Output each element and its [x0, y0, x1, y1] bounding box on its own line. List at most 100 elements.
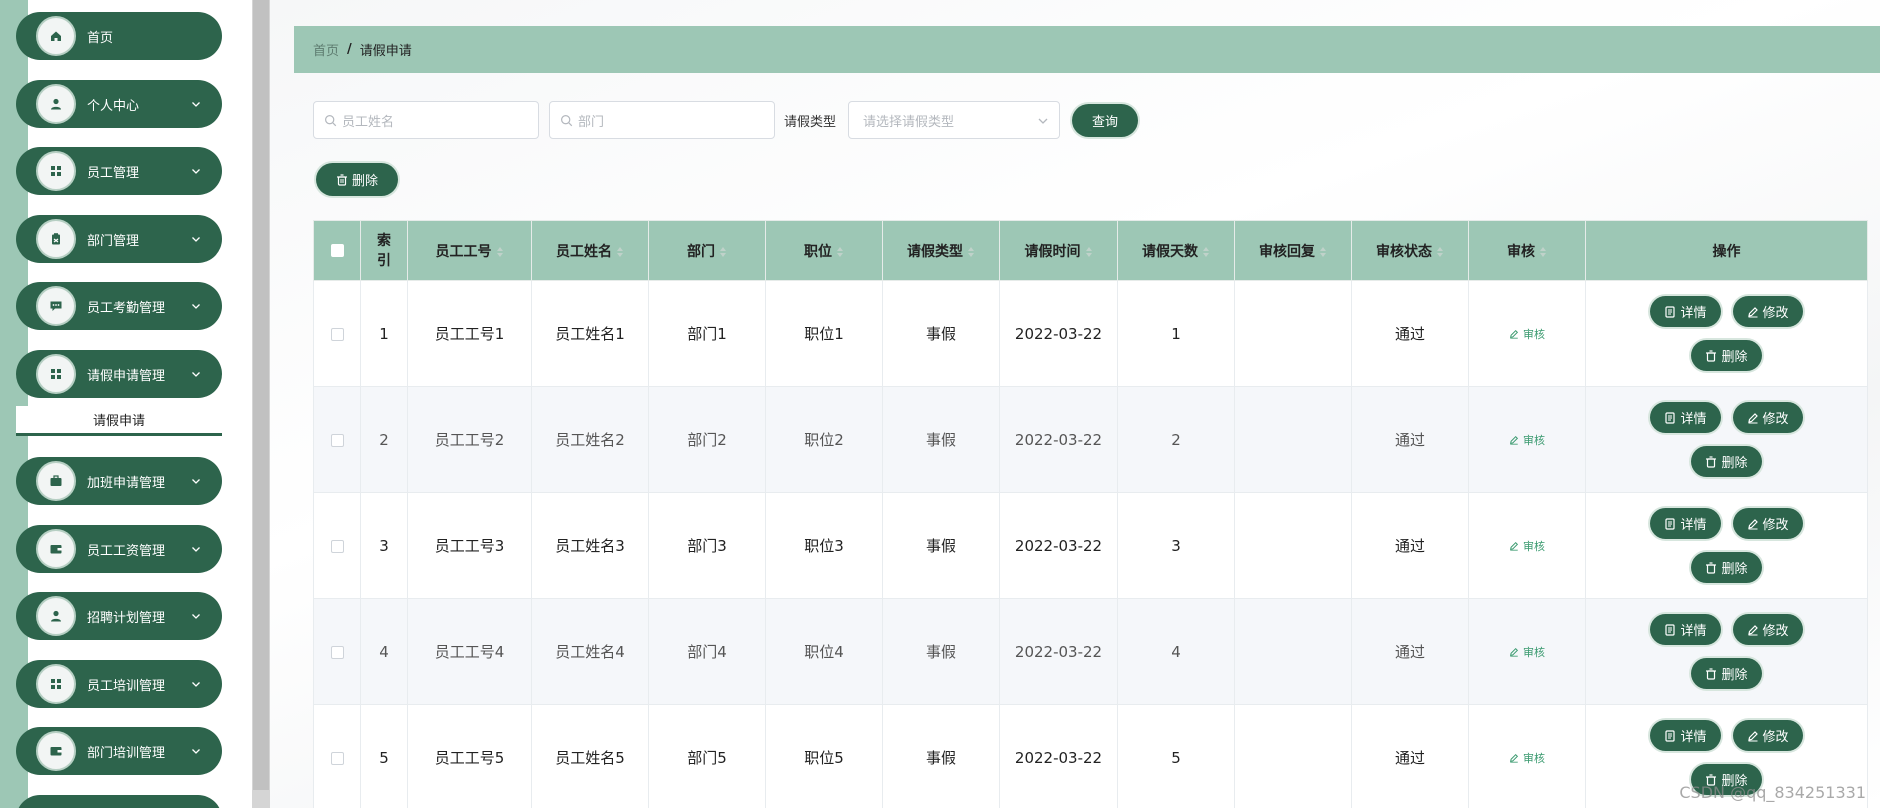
- sort-icon[interactable]: [1539, 246, 1547, 258]
- sort-icon[interactable]: [719, 246, 727, 258]
- audit-link[interactable]: 审核: [1509, 538, 1545, 554]
- sidebar-item-partial[interactable]: [16, 795, 222, 808]
- column-header[interactable]: 请假时间: [999, 220, 1118, 281]
- cell-reply: [1234, 704, 1352, 808]
- sidebar-item-7[interactable]: 员工工资管理: [16, 525, 222, 573]
- cell-index: 1: [360, 280, 408, 387]
- row-delete-button[interactable]: 删除: [1691, 446, 1762, 477]
- row-delete-label: 删除: [1721, 668, 1748, 683]
- sidebar-item-10[interactable]: 部门培训管理: [16, 727, 222, 775]
- sort-icon[interactable]: [616, 246, 624, 258]
- submenu-item-leave-request[interactable]: 请假申请: [16, 406, 222, 436]
- sort-icon[interactable]: [836, 246, 844, 258]
- detail-label: 详情: [1680, 412, 1707, 427]
- column-header[interactable]: 审核回复: [1234, 220, 1352, 281]
- select-all-checkbox[interactable]: [330, 244, 344, 257]
- column-header[interactable]: 员工姓名: [531, 220, 649, 281]
- column-header[interactable]: 审核状态: [1351, 220, 1469, 281]
- audit-link[interactable]: 审核: [1509, 432, 1545, 448]
- sidebar-item-8[interactable]: 招聘计划管理: [16, 592, 222, 640]
- detail-button[interactable]: 详情: [1650, 720, 1721, 751]
- audit-link[interactable]: 审核: [1509, 326, 1545, 342]
- department-search-input[interactable]: 部门: [549, 101, 775, 139]
- sidebar-item-2[interactable]: 员工管理: [16, 147, 222, 195]
- column-header[interactable]: 请假类型: [882, 220, 1000, 281]
- sort-icon[interactable]: [1319, 246, 1327, 258]
- detail-button[interactable]: 详情: [1650, 296, 1721, 327]
- sidebar-item-5[interactable]: 请假申请管理: [16, 350, 222, 398]
- column-header-label: 职位: [804, 243, 832, 260]
- breadcrumb-home[interactable]: 首页: [313, 40, 339, 59]
- sidebar-item-9[interactable]: 员工培训管理: [16, 660, 222, 708]
- sidebar-scrollbar-thumb[interactable]: [253, 0, 269, 790]
- cell-emp-no: 员工工号3: [407, 492, 532, 599]
- edit-label: 修改: [1762, 412, 1789, 427]
- table-row[interactable]: 1 员工工号1 员工姓名1 部门1 职位1 事假 2022-03-22 1 通过 审核 详情 修改 删除: [313, 280, 1868, 387]
- wallet-icon: [36, 529, 76, 569]
- chevron-down-icon: [192, 237, 200, 242]
- column-header[interactable]: 员工工号: [407, 220, 532, 281]
- column-header[interactable]: 部门: [648, 220, 766, 281]
- sidebar-item-label: 员工管理: [87, 165, 140, 181]
- column-header[interactable]: 职位: [765, 220, 883, 281]
- trash-icon: [1706, 349, 1717, 362]
- employee-name-placeholder: 员工姓名: [342, 114, 395, 130]
- row-delete-button[interactable]: 删除: [1691, 340, 1762, 371]
- chevron-down-icon: [192, 169, 200, 174]
- sidebar-item-0[interactable]: 首页: [16, 12, 222, 60]
- cell-reply: [1234, 280, 1352, 387]
- row-checkbox[interactable]: [330, 433, 344, 447]
- row-checkbox[interactable]: [330, 327, 344, 341]
- cell-days: 4: [1117, 598, 1235, 705]
- row-delete-button[interactable]: 删除: [1691, 658, 1762, 689]
- edit-label: 修改: [1762, 624, 1789, 639]
- sidebar-item-label: 部门管理: [87, 233, 140, 249]
- edit-button[interactable]: 修改: [1732, 296, 1803, 327]
- leave-type-select[interactable]: 请选择请假类型: [848, 101, 1060, 139]
- breadcrumb-current: 请假申请: [359, 44, 412, 59]
- document-icon: [1665, 729, 1676, 742]
- table-row[interactable]: 3 员工工号3 员工姓名3 部门3 职位3 事假 2022-03-22 3 通过 审核 详情 修改 删除: [313, 492, 1868, 599]
- cell-emp-name: 员工姓名2: [531, 386, 649, 493]
- row-delete-button[interactable]: 删除: [1691, 552, 1762, 583]
- detail-button[interactable]: 详情: [1650, 508, 1721, 539]
- detail-button[interactable]: 详情: [1650, 614, 1721, 645]
- row-checkbox[interactable]: [330, 645, 344, 659]
- edit-icon: [1510, 435, 1519, 445]
- row-checkbox[interactable]: [330, 539, 344, 553]
- column-header[interactable]: 请假天数: [1117, 220, 1235, 281]
- query-button[interactable]: 查询: [1072, 104, 1138, 137]
- audit-link[interactable]: 审核: [1509, 644, 1545, 660]
- row-checkbox[interactable]: [330, 751, 344, 765]
- edit-button[interactable]: 修改: [1732, 614, 1803, 645]
- sort-icon[interactable]: [496, 246, 504, 258]
- cell-days: 5: [1117, 704, 1235, 808]
- cell-leave-date: 2022-03-22: [999, 492, 1118, 599]
- bulk-delete-button[interactable]: 删除: [316, 163, 398, 196]
- table-row[interactable]: 5 员工工号5 员工姓名5 部门5 职位5 事假 2022-03-22 5 通过 审核 详情 修改 删除: [313, 704, 1868, 808]
- column-header[interactable]: 审核: [1468, 220, 1586, 281]
- detail-button[interactable]: 详情: [1650, 402, 1721, 433]
- user-icon: [36, 596, 76, 636]
- sort-icon[interactable]: [1202, 246, 1210, 258]
- sidebar-item-6[interactable]: 加班申请管理: [16, 457, 222, 505]
- edit-button[interactable]: 修改: [1732, 508, 1803, 539]
- sidebar-item-4[interactable]: 员工考勤管理: [16, 282, 222, 330]
- chevron-down-icon: [192, 749, 200, 754]
- row-select-cell: [313, 386, 361, 493]
- edit-button[interactable]: 修改: [1732, 402, 1803, 433]
- detail-label: 详情: [1680, 624, 1707, 639]
- sort-icon[interactable]: [1085, 246, 1093, 258]
- cell-dept: 部门2: [648, 386, 766, 493]
- employee-name-search-input[interactable]: 员工姓名: [313, 101, 539, 139]
- sidebar-item-3[interactable]: 部门管理: [16, 215, 222, 263]
- table-row[interactable]: 2 员工工号2 员工姓名2 部门2 职位2 事假 2022-03-22 2 通过 审核 详情 修改 删除: [313, 386, 1868, 493]
- table-row[interactable]: 4 员工工号4 员工姓名4 部门4 职位4 事假 2022-03-22 4 通过 审核 详情 修改 删除: [313, 598, 1868, 705]
- audit-link[interactable]: 审核: [1509, 750, 1545, 766]
- cell-leave-type: 事假: [882, 280, 1000, 387]
- column-header-label: 请假类型: [907, 243, 963, 260]
- edit-button[interactable]: 修改: [1732, 720, 1803, 751]
- sidebar-item-1[interactable]: 个人中心: [16, 80, 222, 128]
- sort-icon[interactable]: [967, 246, 975, 258]
- sort-icon[interactable]: [1436, 246, 1444, 258]
